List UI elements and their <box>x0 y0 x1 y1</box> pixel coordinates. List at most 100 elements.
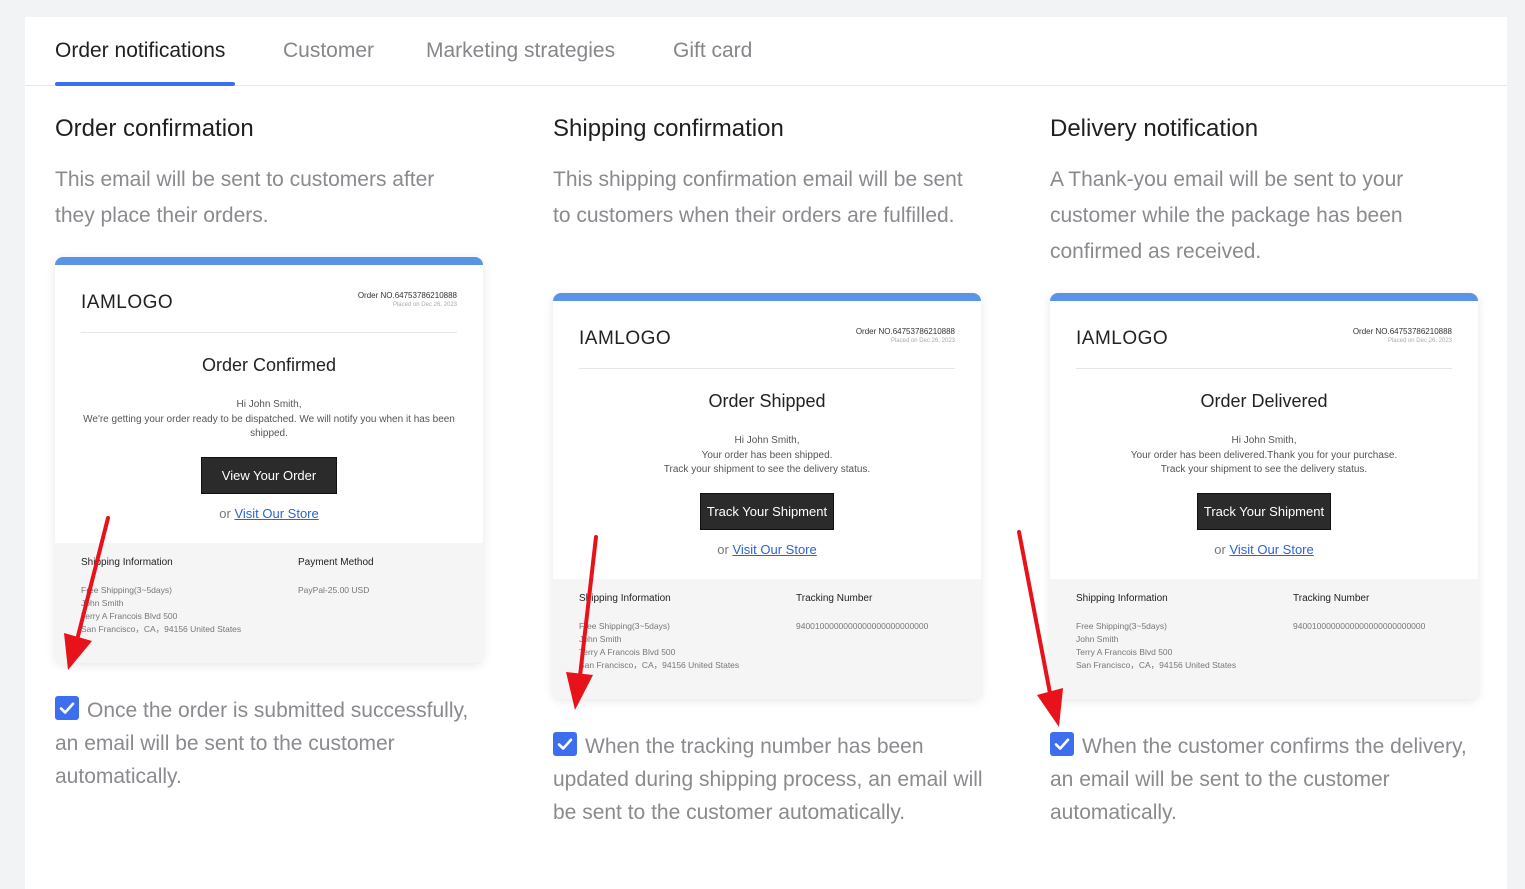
order-shipped-email-preview[interactable]: IAMLOGO Order NO.64753786210888 Placed o… <box>553 293 981 699</box>
greeting-line: Hi John Smith, <box>1231 435 1297 446</box>
message-line: Your order has been shipped. <box>701 449 833 461</box>
view-your-order-button[interactable]: View Your Order <box>200 456 338 494</box>
store-link-line: or Visit Our Store <box>1050 542 1478 557</box>
greeting-line: Hi John Smith, <box>734 435 800 446</box>
delivery-notification-section: Delivery notification A Thank-you email … <box>1050 112 1480 270</box>
city-address: San Francisco，CA，94156 United States <box>579 660 740 670</box>
tracking-number-title: Tracking Number <box>796 593 873 604</box>
tracking-number-title: Tracking Number <box>1293 593 1370 604</box>
order-delivered-email-preview[interactable]: IAMLOGO Order NO.64753786210888 Placed o… <box>1050 293 1478 699</box>
email-heading: Order Shipped <box>708 391 826 411</box>
order-number: Order NO.64753786210888 <box>855 327 955 336</box>
shipping-info: Shipping Information Free Shipping(3~5da… <box>81 557 241 636</box>
tab-customer[interactable]: Customer <box>283 39 374 63</box>
city-address: San Francisco，CA，94156 United States <box>1076 660 1237 670</box>
or-text: or <box>1214 541 1226 557</box>
checkbox-label: When the tracking number has been update… <box>553 735 983 824</box>
tab-marketing-strategies[interactable]: Marketing strategies <box>426 39 615 63</box>
order-confirmed-email-preview[interactable]: IAMLOGO Order NO.64753786210888 Placed o… <box>55 257 483 663</box>
tab-gift-card[interactable]: Gift card <box>673 39 752 63</box>
message-line: Track your shipment to see the delivery … <box>1160 464 1368 475</box>
recipient-name: John Smith <box>1076 634 1119 644</box>
email-message: Hi John Smith, Your order has been shipp… <box>577 434 957 478</box>
order-date: Placed on Dec 26, 2023 <box>890 338 955 344</box>
payment-info: Payment Method PayPal-25.00 USD <box>298 557 374 597</box>
recipient-name: John Smith <box>579 634 622 644</box>
checkmark-icon <box>59 702 75 714</box>
section-description: A Thank-you email will be sent to your c… <box>1050 168 1404 263</box>
shipping-info: Shipping Information Free Shipping(3~5da… <box>1076 593 1236 672</box>
section-title: Shipping confirmation <box>553 115 784 142</box>
checkbox-label: When the customer confirms the delivery,… <box>1050 735 1467 824</box>
checkbox-label: Once the order is submitted successfully… <box>55 699 469 788</box>
shipping-info-title: Shipping Information <box>81 557 173 568</box>
card-top-bar <box>55 257 483 265</box>
tracking-info: Tracking Number 940010000000000000000000… <box>1293 593 1425 633</box>
message-line: We're getting your order ready to be dis… <box>83 413 455 440</box>
card-top-bar <box>1050 293 1478 301</box>
section-title: Delivery notification <box>1050 115 1259 142</box>
street-address: Terry A Francois Blvd 500 <box>1076 647 1173 657</box>
order-date: Placed on Dec 26, 2023 <box>392 302 457 308</box>
email-message: Hi John Smith, Your order has been deliv… <box>1074 434 1454 478</box>
store-logo: IAMLOGO <box>1076 328 1169 349</box>
active-tab-indicator <box>55 82 235 86</box>
checkmark-icon <box>1054 738 1070 750</box>
delivery-notification-toggle: When the customer confirms the delivery,… <box>1050 730 1480 829</box>
tracking-number-value: 9400100000000000000000000000 <box>1293 621 1426 631</box>
store-link-line: or Visit Our Store <box>55 506 483 521</box>
order-date: Placed on Dec 26, 2023 <box>1387 338 1452 344</box>
email-header: IAMLOGO Order NO.64753786210888 Placed o… <box>81 265 457 333</box>
tracking-number-value: 9400100000000000000000000000 <box>796 621 929 631</box>
visit-store-link[interactable]: Visit Our Store <box>234 506 318 521</box>
shipping-method: Free Shipping(3~5days) <box>579 621 670 631</box>
order-confirmation-toggle: Once the order is submitted successfully… <box>55 694 485 793</box>
shipping-method: Free Shipping(3~5days) <box>1076 621 1167 631</box>
city-address: San Francisco，CA，94156 United States <box>81 624 242 634</box>
email-heading: Order Delivered <box>1200 391 1328 411</box>
order-number: Order NO.64753786210888 <box>1352 327 1452 336</box>
payment-method-title: Payment Method <box>298 557 374 568</box>
email-info-footer: Shipping Information Free Shipping(3~5da… <box>553 579 981 699</box>
tab-order-notifications[interactable]: Order notifications <box>55 39 225 63</box>
recipient-name: John Smith <box>81 598 124 608</box>
store-link-line: or Visit Our Store <box>553 542 981 557</box>
shipping-info-title: Shipping Information <box>1076 593 1168 604</box>
email-message: Hi John Smith, We're getting your order … <box>79 398 459 442</box>
store-logo: IAMLOGO <box>81 292 174 313</box>
shipping-info-text: Free Shipping(3~5days) John Smith Terry … <box>1076 620 1236 672</box>
tracking-info: Tracking Number 940010000000000000000000… <box>796 593 928 633</box>
section-description: This email will be sent to customers aft… <box>55 168 435 227</box>
shipping-confirmation-toggle: When the tracking number has been update… <box>553 730 983 829</box>
card-top-bar <box>553 293 981 301</box>
auto-send-checkbox[interactable] <box>55 696 79 720</box>
track-shipment-button[interactable]: Track Your Shipment <box>1196 492 1332 530</box>
store-logo: IAMLOGO <box>579 328 672 349</box>
street-address: Terry A Francois Blvd 500 <box>579 647 676 657</box>
section-description: This shipping confirmation email will be… <box>553 168 963 227</box>
email-info-footer: Shipping Information Free Shipping(3~5da… <box>55 543 483 663</box>
street-address: Terry A Francois Blvd 500 <box>81 611 178 621</box>
email-info-footer: Shipping Information Free Shipping(3~5da… <box>1050 579 1478 699</box>
auto-send-checkbox[interactable] <box>553 732 577 756</box>
email-header: IAMLOGO Order NO.64753786210888 Placed o… <box>579 301 955 369</box>
message-line: Track your shipment to see the delivery … <box>663 464 871 475</box>
email-header: IAMLOGO Order NO.64753786210888 Placed o… <box>1076 301 1452 369</box>
email-heading: Order Confirmed <box>201 355 337 375</box>
visit-store-link[interactable]: Visit Our Store <box>1229 542 1313 557</box>
section-title: Order confirmation <box>55 115 254 142</box>
shipping-confirmation-section: Shipping confirmation This shipping conf… <box>553 112 983 234</box>
track-shipment-button[interactable]: Track Your Shipment <box>699 492 835 530</box>
shipping-info-text: Free Shipping(3~5days) John Smith Terry … <box>81 584 241 636</box>
shipping-method: Free Shipping(3~5days) <box>81 585 172 595</box>
order-number: Order NO.64753786210888 <box>357 291 457 300</box>
visit-store-link[interactable]: Visit Our Store <box>732 542 816 557</box>
shipping-info: Shipping Information Free Shipping(3~5da… <box>579 593 739 672</box>
order-confirmation-section: Order confirmation This email will be se… <box>55 112 485 234</box>
or-text: or <box>219 505 231 521</box>
payment-method-value: PayPal-25.00 USD <box>298 585 370 595</box>
auto-send-checkbox[interactable] <box>1050 732 1074 756</box>
tab-bar: Order notifications Customer Marketing s… <box>25 17 1507 86</box>
message-line: Your order has been delivered.Thank you … <box>1130 449 1398 461</box>
checkmark-icon <box>557 738 573 750</box>
